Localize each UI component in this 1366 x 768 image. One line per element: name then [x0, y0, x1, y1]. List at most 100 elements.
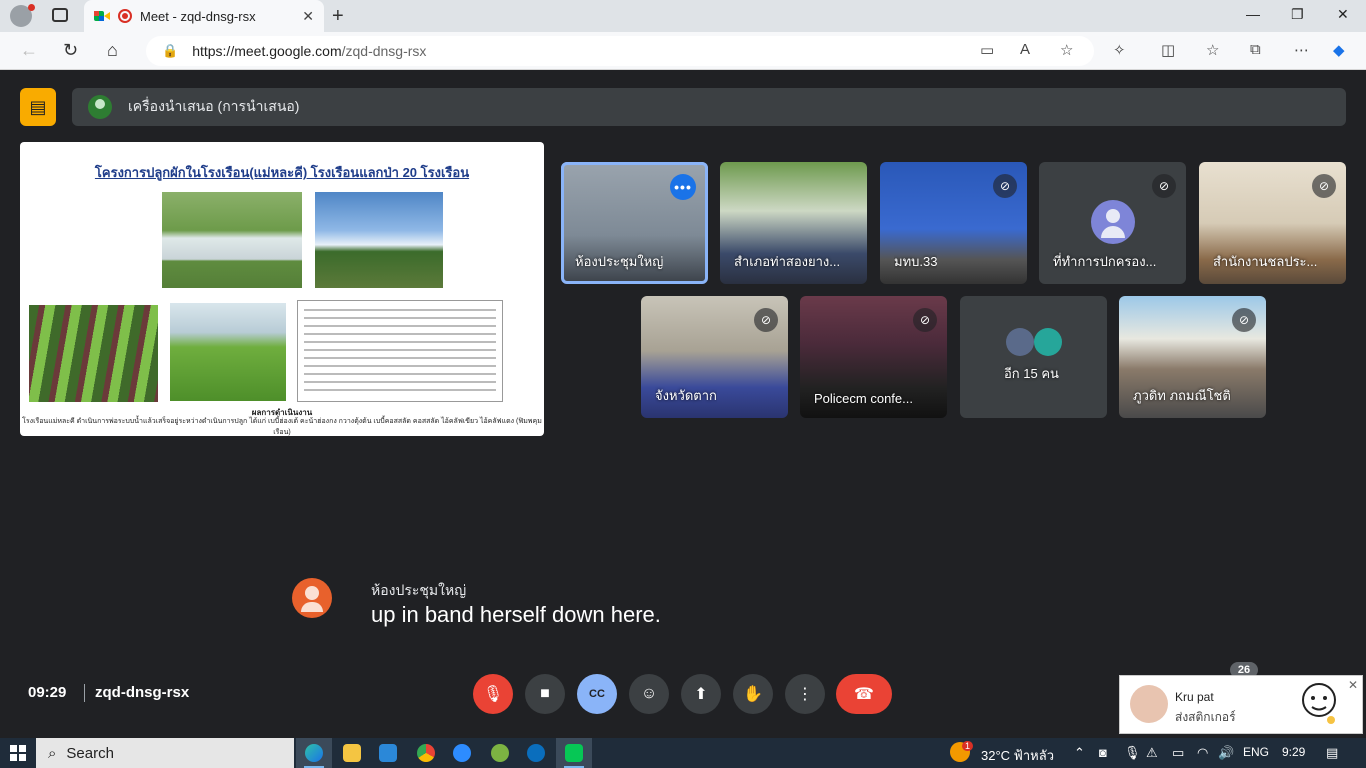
notifications-icon[interactable]: ▤: [1326, 745, 1338, 761]
notification-message: ส่งสติกเกอร์: [1175, 710, 1236, 724]
reload-icon[interactable]: ↻: [63, 40, 78, 61]
green-app[interactable]: [482, 738, 518, 768]
home-icon[interactable]: ⌂: [107, 40, 118, 61]
participant-tile[interactable]: ••• ห้องประชุมใหญ่: [561, 162, 708, 284]
presenting-bar: เครื่องนำเสนอ (การนำเสนอ): [72, 88, 1346, 126]
muted-mic-icon: ⊘: [1312, 174, 1336, 198]
camera-toggle-button[interactable]: ■: [525, 674, 565, 714]
mail-app[interactable]: [370, 738, 406, 768]
taskbar-search[interactable]: ⌕ Search: [36, 738, 294, 768]
more-participants-label: อีก 15 คน: [1004, 366, 1059, 381]
edge-icon: [305, 744, 323, 762]
tab-close-icon[interactable]: ✕: [302, 8, 314, 25]
favorite-star-icon[interactable]: ☆: [1060, 41, 1073, 59]
captions-button[interactable]: CC: [577, 674, 617, 714]
present-button[interactable]: ⬆: [681, 674, 721, 714]
start-button[interactable]: [10, 745, 26, 761]
participant-avatar: [1034, 328, 1062, 356]
extensions-icon[interactable]: ✧: [1113, 41, 1126, 59]
collections-icon[interactable]: ⧉: [1250, 41, 1261, 58]
present-screen-icon: ⬆: [694, 686, 708, 703]
restore-button[interactable]: ❐: [1291, 6, 1304, 23]
network-alert-icon[interactable]: ⚠: [1146, 745, 1158, 761]
app-icon: [491, 744, 509, 762]
browser-tab-meet[interactable]: Meet - zqd-dnsg-rsx ✕: [84, 0, 324, 32]
tray-chevron-icon[interactable]: ⌃: [1074, 745, 1085, 761]
file-explorer-app[interactable]: [334, 738, 370, 768]
clock[interactable]: 9:29: [1282, 745, 1305, 759]
muted-mic-icon: ⊘: [993, 174, 1017, 198]
presentation-icon[interactable]: ▤: [20, 88, 56, 126]
weather-text[interactable]: 32°C ฟ้าหลัว: [981, 745, 1054, 766]
line-notification[interactable]: Kru pat ส่งสติกเกอร์ ✕: [1119, 675, 1363, 734]
lock-icon[interactable]: 🔒: [162, 43, 178, 59]
line-app[interactable]: [556, 738, 592, 768]
folder-icon: [343, 744, 361, 762]
recording-icon: [118, 9, 132, 23]
more-participants-tile[interactable]: อีก 15 คน: [960, 296, 1107, 418]
more-options-button[interactable]: ⋮: [785, 674, 825, 714]
mail-icon: [379, 744, 397, 762]
slide-title: โครงการปลูกผักในโรงเรือน(แม่หละคี) โรงเร…: [94, 165, 470, 180]
captions-icon: CC: [589, 688, 605, 700]
more-menu-icon[interactable]: ⋯: [1294, 41, 1309, 59]
participant-tile[interactable]: ⊘ สำนักงานชลประ...: [1199, 162, 1346, 284]
favorites-icon[interactable]: ☆: [1206, 41, 1219, 59]
camera-permission-icon[interactable]: ▭: [980, 41, 994, 59]
vertical-dots-icon: ⋮: [797, 686, 813, 703]
address-bar[interactable]: 🔒 https://meet.google.com /zqd-dnsg-rsx: [146, 36, 1094, 66]
edge-app[interactable]: [296, 738, 332, 768]
wifi-icon[interactable]: ◠: [1197, 745, 1208, 761]
mic-tray-icon[interactable]: 🎙: [1124, 745, 1141, 761]
participant-tile[interactable]: ⊘ Policecm confe...: [800, 296, 947, 418]
split-screen-icon[interactable]: ◫: [1161, 41, 1175, 59]
chrome-app[interactable]: [408, 738, 444, 768]
volume-icon[interactable]: 🔊: [1218, 745, 1234, 761]
slide-result-text: โรงเรือนแม่หละคี ดำเนินการพ่อระบบน้ำแล้ว…: [22, 418, 542, 436]
participant-tile[interactable]: ⊘ ที่ทำการปกครอง...: [1039, 162, 1186, 284]
webex-app[interactable]: [518, 738, 554, 768]
tab-actions-icon[interactable]: [52, 8, 68, 22]
browser-toolbar: ← ↻ ⌂ 🔒 https://meet.google.com /zqd-dns…: [0, 32, 1366, 70]
chrome-icon: [417, 744, 435, 762]
browser-tab-bar: Meet - zqd-dnsg-rsx ✕ + — ❐ ✕: [0, 0, 1366, 32]
search-icon: ⌕: [48, 744, 57, 762]
shared-presentation[interactable]: โครงการปลูกผักในโรงเรือน(แม่หละคี) โรงเร…: [20, 142, 544, 436]
muted-mic-icon: ⊘: [754, 308, 778, 332]
battery-icon[interactable]: ▭: [1172, 745, 1184, 761]
copilot-icon[interactable]: ◆: [1333, 41, 1345, 59]
new-tab-button[interactable]: +: [332, 5, 344, 28]
minimize-button[interactable]: —: [1246, 6, 1260, 22]
recording-indicator-dot: [28, 4, 35, 11]
participant-tile[interactable]: สำเภอท่าสองยาง...: [720, 162, 867, 284]
participant-name: สำเภอท่าสองยาง...: [734, 254, 841, 269]
participant-tile[interactable]: ⊘ ภูวดิท ภถมณีโชติ: [1119, 296, 1266, 418]
raise-hand-button[interactable]: ✋: [733, 674, 773, 714]
muted-mic-icon: ⊘: [1232, 308, 1256, 332]
participant-name: ภูวดิท ภถมณีโชติ: [1133, 388, 1231, 403]
meeting-code: zqd-dnsg-rsx: [95, 684, 190, 701]
back-icon[interactable]: ←: [20, 40, 38, 61]
weather-badge: 1: [962, 741, 974, 751]
participant-name: มทบ.33: [894, 254, 938, 269]
read-aloud-icon[interactable]: A: [1020, 41, 1030, 58]
mic-toggle-button[interactable]: 🎙: [473, 674, 513, 714]
close-notification-icon[interactable]: ✕: [1348, 678, 1358, 692]
participant-tile[interactable]: ⊘ มทบ.33: [880, 162, 1027, 284]
meeting-time: 09:29: [28, 684, 67, 701]
participant-name: สำนักงานชลประ...: [1213, 254, 1318, 269]
leave-call-button[interactable]: ☎: [836, 674, 892, 714]
zoom-app[interactable]: [444, 738, 480, 768]
participant-name: ที่ทำการปกครอง...: [1053, 254, 1157, 269]
presenting-label: เครื่องนำเสนอ (การนำเสนอ): [128, 98, 300, 114]
camera-tray-icon[interactable]: ◙: [1099, 745, 1107, 760]
more-options-icon[interactable]: •••: [670, 174, 696, 200]
lettuce-photo: [170, 303, 286, 401]
mic-off-icon: 🎙: [482, 686, 504, 703]
close-window-button[interactable]: ✕: [1337, 6, 1349, 23]
speaker-avatar: [292, 578, 332, 618]
reactions-button[interactable]: ☺: [629, 674, 669, 714]
input-language[interactable]: ENG: [1243, 745, 1269, 759]
sender-name: Kru pat: [1175, 690, 1214, 704]
participant-tile[interactable]: ⊘ จังหวัดตาก: [641, 296, 788, 418]
